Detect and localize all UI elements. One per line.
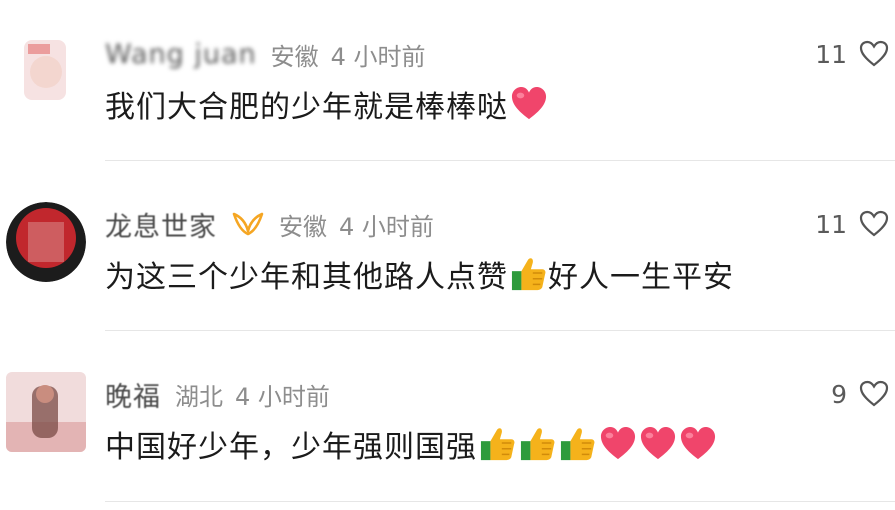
comment-header: 晚福 湖北 4 小时前 <box>105 375 330 414</box>
divider <box>105 160 895 161</box>
heart-outline-icon <box>859 380 889 407</box>
divider <box>105 330 895 331</box>
timestamp: 4 小时前 <box>339 212 434 241</box>
comment-meta: 湖北 4 小时前 <box>175 377 330 412</box>
comment-text-tail: 好人一生平安 <box>548 260 734 295</box>
avatar[interactable] <box>6 372 86 452</box>
comment-text-content: 中国好少年，少年强则国强 <box>105 430 477 465</box>
heart-emoji-icon <box>511 86 547 120</box>
location: 安徽 <box>279 212 327 241</box>
heart-outline-icon <box>859 40 889 67</box>
like-count: 11 <box>815 209 847 239</box>
location: 湖北 <box>175 382 223 411</box>
comment-text: 我们大合肥的少年就是棒棒哒 <box>105 82 548 126</box>
avatar-image <box>6 372 86 452</box>
like-button[interactable]: 11 <box>815 206 889 242</box>
like-count: 11 <box>815 39 847 69</box>
timestamp: 4 小时前 <box>235 382 330 411</box>
heart-emoji-icon <box>640 426 676 460</box>
avatar[interactable] <box>6 32 86 112</box>
location: 安徽 <box>270 42 319 71</box>
avatar-image <box>6 202 86 282</box>
username[interactable]: Wang juan <box>105 39 257 70</box>
thumbs-up-emoji-icon <box>520 428 555 461</box>
comment-meta: 安徽 4 小时前 <box>279 207 434 242</box>
avatar-image <box>6 32 86 112</box>
comment-text-content: 我们大合肥的少年就是棒棒哒 <box>105 90 508 125</box>
heart-emoji-icon <box>680 426 716 460</box>
heart-emoji-icon <box>600 426 636 460</box>
divider <box>105 501 895 502</box>
comment-text: 中国好少年，少年强则国强 <box>105 422 717 466</box>
comment-text-content: 为这三个少年和其他路人点赞 <box>105 260 508 295</box>
heart-outline-icon <box>859 210 889 237</box>
comment-item: 晚福 湖北 4 小时前 中国好少年，少年强则国强 9 <box>0 340 895 510</box>
username[interactable]: 龙息世家 <box>105 205 217 244</box>
comment-text: 为这三个少年和其他路人点赞 好人一生平安 <box>105 252 734 296</box>
avatar[interactable] <box>6 202 86 282</box>
like-button[interactable]: 9 <box>831 376 889 412</box>
thumbs-up-emoji-icon <box>560 428 595 461</box>
thumbs-up-emoji-icon <box>511 258 546 291</box>
timestamp: 4 小时前 <box>330 42 426 71</box>
comment-item: Wang juan 安徽 4 小时前 我们大合肥的少年就是棒棒哒 11 <box>0 0 895 170</box>
like-count: 9 <box>831 379 847 409</box>
comment-header: 龙息世家 安徽 4 小时前 <box>105 205 434 244</box>
username[interactable]: 晚福 <box>105 375 161 414</box>
comment-header: Wang juan 安徽 4 小时前 <box>105 36 426 72</box>
thumbs-up-emoji-icon <box>480 428 515 461</box>
comment-meta: 安徽 4 小时前 <box>271 37 426 72</box>
like-button[interactable]: 11 <box>815 36 889 72</box>
comment-item: 龙息世家 安徽 4 小时前 为这三个少年和其他路人点赞 好人一生平安 11 <box>0 170 895 340</box>
vip-badge-icon <box>232 212 264 236</box>
